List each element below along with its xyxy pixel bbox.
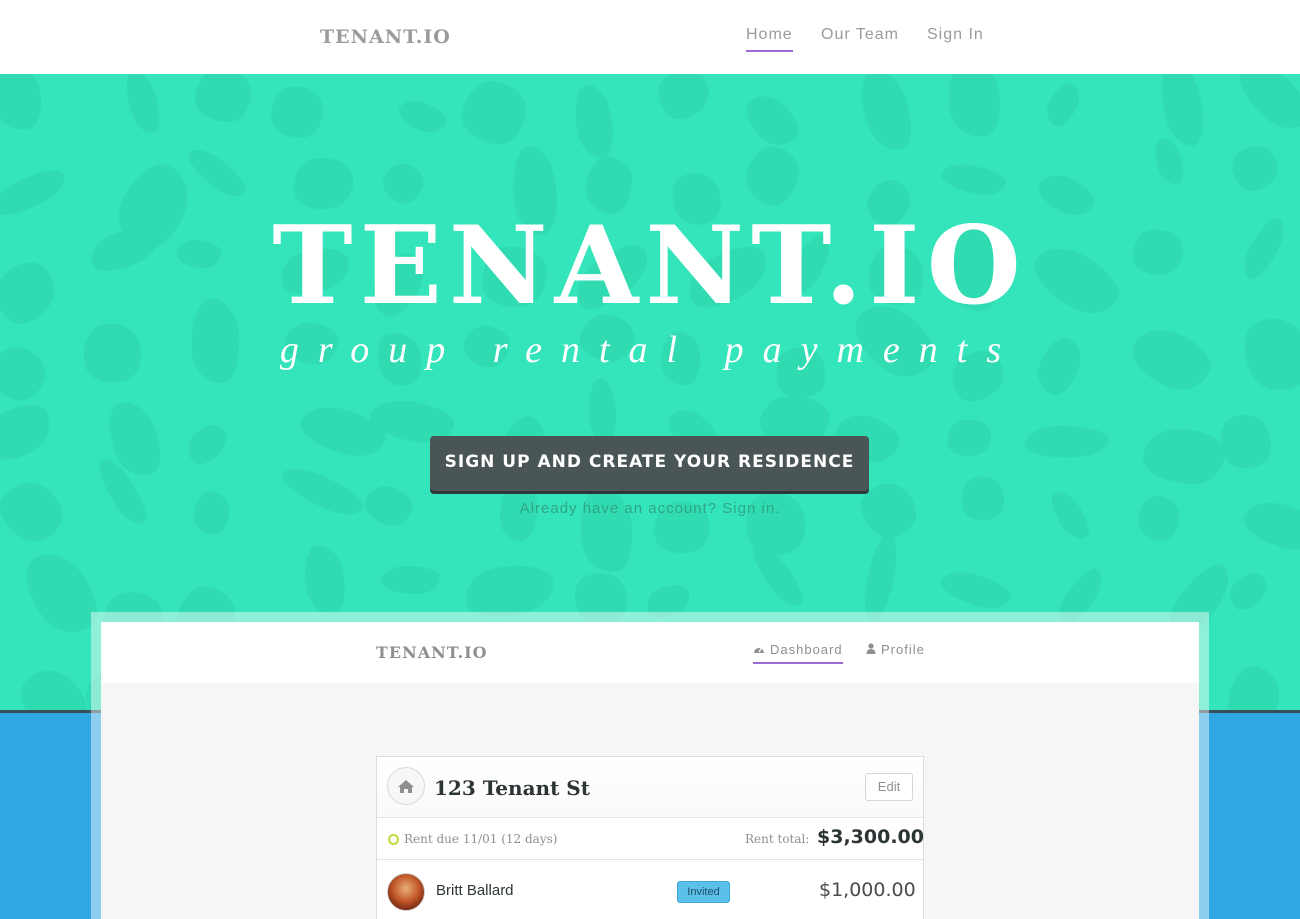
- pattern-blob: [182, 142, 252, 205]
- pattern-blob: [859, 531, 903, 625]
- pattern-blob: [380, 565, 440, 595]
- pattern-blob: [852, 74, 921, 157]
- preview-tab-profile-label: Profile: [881, 642, 925, 657]
- pattern-blob: [299, 541, 351, 617]
- app-preview: TENANT.IO Dashboard Profile 123 Tenant S…: [101, 622, 1199, 919]
- member-amount: $1,000.00: [819, 879, 916, 901]
- nav-item-home[interactable]: Home: [746, 26, 793, 52]
- pattern-blob: [649, 74, 719, 129]
- rent-due-text: Rent due 11/01 (12 days): [404, 832, 558, 846]
- nav-item-sign-in[interactable]: Sign In: [927, 26, 984, 44]
- pattern-blob: [737, 86, 807, 155]
- pattern-blob: [119, 74, 166, 137]
- pattern-blob: [575, 484, 638, 575]
- signin-hint-link[interactable]: Already have an account? Sign in.: [0, 500, 1300, 517]
- pattern-blob: [8, 657, 98, 712]
- pattern-blob: [955, 469, 1011, 527]
- residence-card: 123 Tenant St Edit Rent due 11/01 (12 da…: [376, 756, 924, 919]
- rent-summary-row: Rent due 11/01 (12 days) Rent total: $3,…: [377, 819, 924, 860]
- residence-card-header: 123 Tenant St Edit: [377, 757, 923, 818]
- pattern-blob: [269, 85, 325, 140]
- hero-tagline: group rental payments: [279, 329, 1021, 371]
- user-icon: [866, 642, 876, 657]
- brand-logo[interactable]: TENANT.IO: [320, 26, 451, 48]
- pattern-blob: [1141, 426, 1227, 486]
- preview-tab-dashboard[interactable]: Dashboard: [753, 642, 843, 664]
- status-badge: Invited: [677, 881, 730, 903]
- status-dot-icon: [388, 834, 399, 845]
- avatar: [387, 873, 425, 911]
- pattern-blob: [378, 158, 429, 208]
- pattern-blob: [939, 159, 1008, 199]
- pattern-blob: [394, 94, 450, 138]
- residence-address: 123 Tenant St: [434, 776, 590, 800]
- top-navbar: TENANT.IO Home Our Team Sign In: [0, 0, 1300, 74]
- pattern-blob: [457, 76, 530, 149]
- preview-brand-logo: TENANT.IO: [376, 643, 488, 662]
- nav-item-our-team[interactable]: Our Team: [821, 26, 899, 44]
- pattern-blob: [740, 142, 805, 212]
- pattern-blob: [180, 417, 234, 471]
- pattern-blob: [1225, 664, 1282, 712]
- pattern-blob: [944, 415, 995, 459]
- pattern-blob: [1024, 424, 1110, 459]
- pattern-blob: [1223, 566, 1274, 617]
- signup-cta-button[interactable]: SIGN UP AND CREATE YOUR RESIDENCE: [430, 436, 869, 491]
- dashboard-icon: [753, 643, 765, 657]
- rent-total-value: $3,300.00: [817, 826, 924, 848]
- rent-total-label: Rent total:: [745, 832, 810, 846]
- pattern-blob: [0, 393, 61, 470]
- pattern-blob: [1228, 74, 1300, 140]
- home-icon: [387, 767, 425, 805]
- edit-button[interactable]: Edit: [865, 773, 913, 801]
- list-item[interactable]: Britt Ballard Invited $1,000.00: [377, 861, 923, 919]
- hero-title: TENANT.IO: [272, 203, 1028, 329]
- pattern-blob: [194, 74, 253, 123]
- pattern-blob: [943, 74, 1006, 142]
- pattern-blob: [0, 74, 47, 134]
- pattern-blob: [569, 82, 618, 161]
- pattern-blob: [738, 485, 813, 562]
- preview-navbar: TENANT.IO Dashboard Profile: [101, 622, 1199, 683]
- preview-tab-profile[interactable]: Profile: [866, 642, 925, 657]
- pattern-blob: [937, 565, 1014, 614]
- member-name: Britt Ballard: [436, 882, 514, 899]
- pattern-blob: [1041, 78, 1086, 131]
- preview-tab-dashboard-label: Dashboard: [770, 642, 843, 657]
- pattern-blob: [1222, 136, 1286, 201]
